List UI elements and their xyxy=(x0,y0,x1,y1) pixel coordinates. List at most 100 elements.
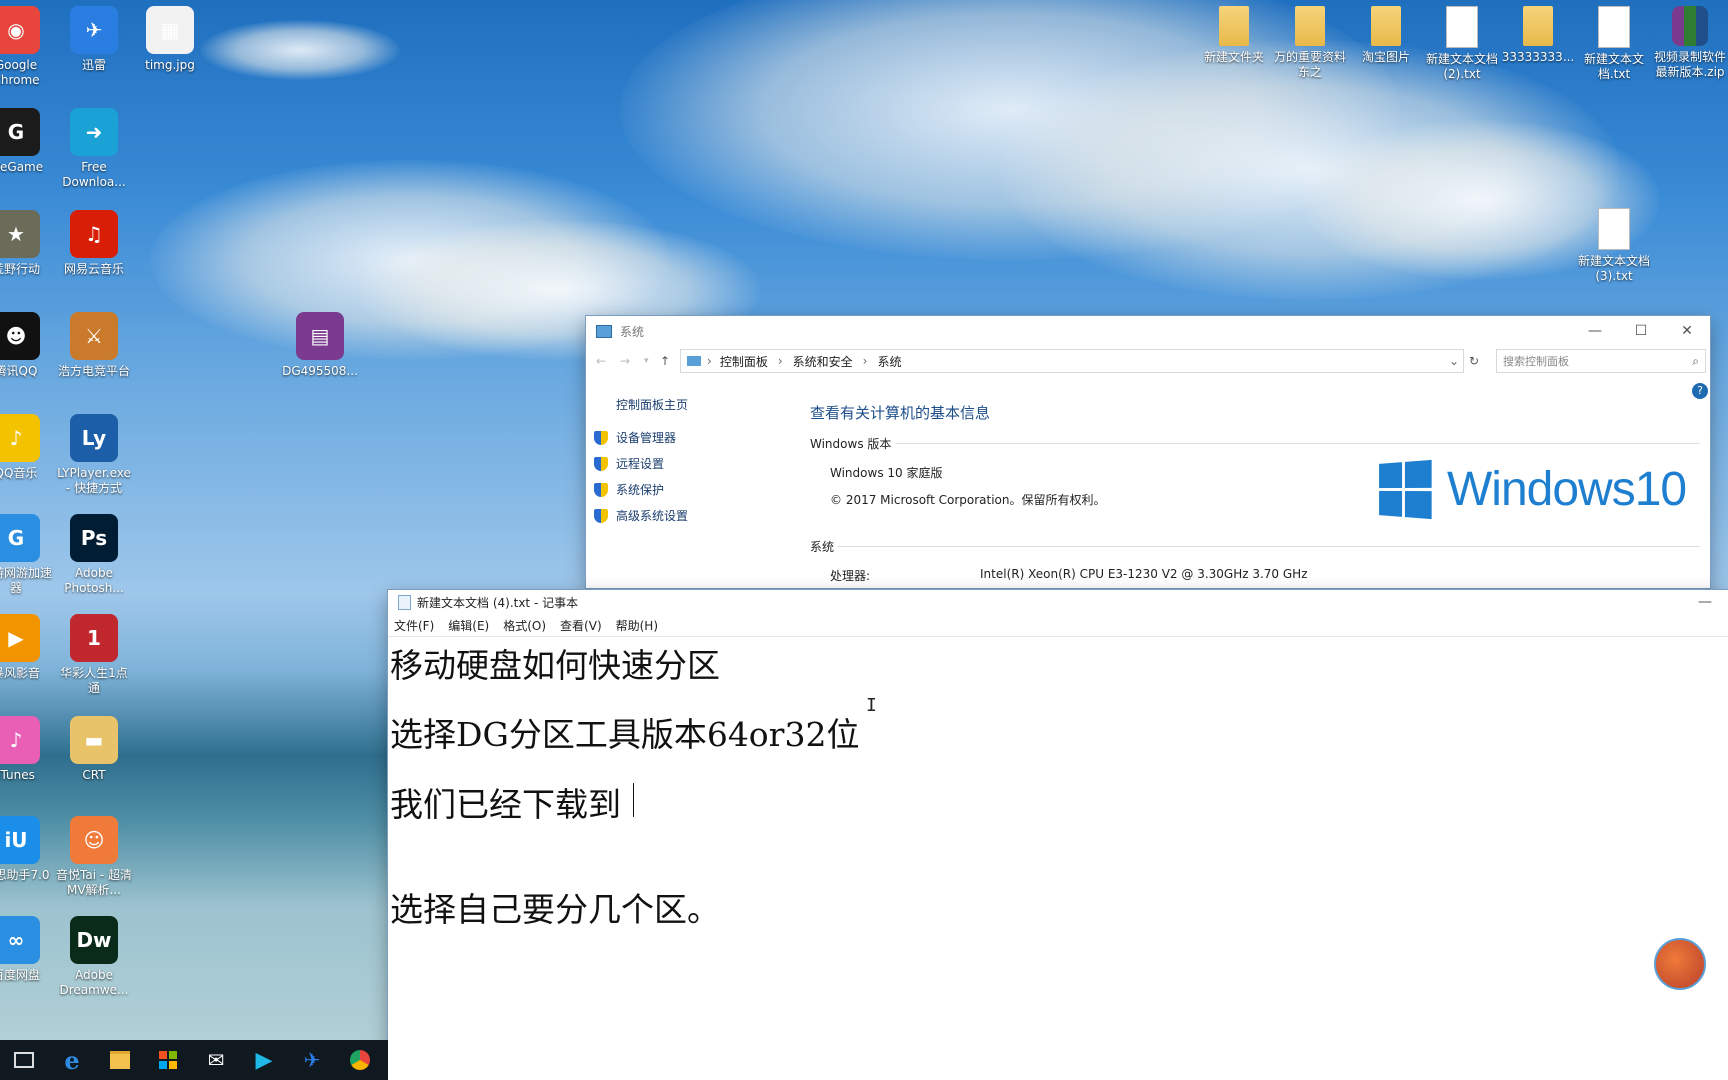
xunlei-icon[interactable]: ✈ xyxy=(288,1040,336,1080)
breadcrumb-system-security[interactable]: 系统和安全 xyxy=(793,353,853,370)
desktop-icon[interactable]: 新建文本文档 (2).txt xyxy=(1424,6,1500,82)
baofeng-icon: ▶ xyxy=(0,614,40,662)
desktop-icon-label: Google Chrome xyxy=(0,58,40,87)
wegame-icon: G xyxy=(0,108,40,156)
desktop-icon[interactable]: iU 爱思助手7.0 xyxy=(0,816,54,883)
chrome-icon[interactable] xyxy=(336,1040,384,1080)
aisi-icon: iU xyxy=(0,816,40,864)
desktop-icon[interactable]: ▦ timg.jpg xyxy=(132,6,208,73)
taskbar: e ✉ ▶ ✈ xyxy=(0,1040,388,1080)
winrar-archive-icon: ▤ xyxy=(296,312,344,360)
file-explorer-icon[interactable] xyxy=(96,1040,144,1080)
desktop-icon-label: 万的重要资料 东之 xyxy=(1273,50,1346,79)
up-arrow-icon[interactable]: ↑ xyxy=(660,354,680,368)
breadcrumb-control-panel[interactable]: 控制面板 xyxy=(720,353,768,370)
desktop-icon[interactable]: Dw Adobe Dreamwe... xyxy=(56,916,132,998)
desktop-icon[interactable]: ▤ DG495508... xyxy=(282,312,358,379)
desktop-icon[interactable]: ☺ 音悦Tai - 超清MV解析... xyxy=(56,816,132,898)
media-player-icon[interactable]: ▶ xyxy=(240,1040,288,1080)
desktop-icon[interactable]: ▶ 暴风影音 xyxy=(0,614,54,681)
desktop-icon[interactable]: ♪ iTunes xyxy=(0,716,54,783)
breadcrumb-system[interactable]: 系统 xyxy=(877,353,901,370)
desktop-icon[interactable]: 33333333... xyxy=(1500,6,1576,65)
windows10-logo: Windows10 xyxy=(1376,459,1687,520)
forward-arrow-icon[interactable]: → xyxy=(620,354,644,368)
desktop-icon[interactable]: 万的重要资料 东之 xyxy=(1272,6,1348,80)
menu-file[interactable]: 文件(F) xyxy=(394,617,434,634)
desktop-icon[interactable]: ⚔ 浩方电竞平台 xyxy=(56,312,132,379)
netease-music-icon: ♫ xyxy=(70,210,118,258)
chevron-down-icon[interactable]: ▾ xyxy=(644,356,660,366)
sidebar-item-remote-settings[interactable]: 远程设置 xyxy=(594,455,794,472)
desktop-icon[interactable]: ★ 荒野行动 xyxy=(0,210,54,277)
desktop-icon-label: 浩方电竞平台 xyxy=(57,364,130,378)
text-line: 选择DG分区工具版本64or32位 xyxy=(390,715,860,754)
desktop-icon-label: WeGame xyxy=(0,160,44,174)
notepad-minimize-button[interactable]: — xyxy=(1682,590,1728,614)
desktop-icon-label: 新建文本文档 (2).txt xyxy=(1425,52,1498,81)
folder-icon xyxy=(1523,6,1553,46)
menu-view[interactable]: 查看(V) xyxy=(560,617,602,634)
text-file-icon xyxy=(1446,6,1478,48)
desktop-icon[interactable]: 新建文件夹 xyxy=(1196,6,1272,65)
system-titlebar: 系统 — ☐ ✕ xyxy=(586,316,1710,346)
yinyuetai-icon: ☺ xyxy=(70,816,118,864)
refresh-icon[interactable]: ↻ xyxy=(1464,354,1484,368)
desktop-icon[interactable]: G 迅游网游加速器 xyxy=(0,514,54,596)
search-icon[interactable]: ⌕ xyxy=(1692,354,1699,369)
desktop-icon[interactable]: Ps Adobe Photosh... xyxy=(56,514,132,596)
search-input[interactable]: 搜索控制面板 xyxy=(1503,353,1692,369)
address-dropdown-icon[interactable]: ⌄ xyxy=(1449,354,1459,368)
desktop-icon-label: 淘宝图片 xyxy=(1361,50,1410,64)
desktop-icon[interactable]: ☻ 腾讯QQ xyxy=(0,312,54,379)
notepad-text-area[interactable]: 移动硬盘如何快速分区 选择DG分区工具版本64or32位 我们已经下载到 选择自… xyxy=(388,636,1728,1080)
desktop-icon[interactable]: ◉ Google Chrome xyxy=(0,6,54,88)
lyplayer-icon: Ly xyxy=(70,414,118,462)
system-sidebar: 控制面板主页 设备管理器 远程设置 系统保护 高级系统设置 xyxy=(594,396,794,524)
help-icon[interactable]: ? xyxy=(1692,383,1708,399)
search-box[interactable]: 搜索控制面板 ⌕ xyxy=(1496,349,1706,373)
folder-icon: ▬ xyxy=(70,716,118,764)
desktop-icon-label: Adobe Photosh... xyxy=(64,566,124,595)
menu-edit[interactable]: 编辑(E) xyxy=(448,617,489,634)
close-button[interactable]: ✕ xyxy=(1664,316,1710,346)
task-view-icon[interactable] xyxy=(0,1040,48,1080)
desktop-icon-label: Free Downloa... xyxy=(62,160,126,189)
back-arrow-icon[interactable]: ← xyxy=(596,354,620,368)
desktop-icon-label: 暴风影音 xyxy=(0,666,40,680)
desktop-icon[interactable]: 视频录制软件 最新版本.zip xyxy=(1652,6,1728,80)
edge-icon[interactable]: e xyxy=(48,1040,96,1080)
minimize-button[interactable]: — xyxy=(1572,316,1618,346)
desktop-icon[interactable]: 淘宝图片 xyxy=(1348,6,1424,65)
sidebar-item-advanced-settings[interactable]: 高级系统设置 xyxy=(594,507,794,524)
mail-icon[interactable]: ✉ xyxy=(192,1040,240,1080)
maximize-button[interactable]: ☐ xyxy=(1618,316,1664,346)
xunlei-icon: ✈ xyxy=(70,6,118,54)
store-icon[interactable] xyxy=(144,1040,192,1080)
sidebar-item-device-manager[interactable]: 设备管理器 xyxy=(594,429,794,446)
sidebar-home-link[interactable]: 控制面板主页 xyxy=(594,396,794,413)
avatar[interactable] xyxy=(1654,938,1706,990)
desktop-icon-label: DG495508... xyxy=(282,364,358,378)
desktop-icon[interactable]: 1 华彩人生1点通 xyxy=(56,614,132,696)
desktop-icon[interactable]: Ly LYPlayer.exe - 快捷方式 xyxy=(56,414,132,496)
desktop-icon[interactable]: 新建文本文 档.txt xyxy=(1576,6,1652,82)
desktop-icon-label: 迅雷 xyxy=(81,58,106,72)
desktop-icon[interactable]: ♪ QQ音乐 xyxy=(0,414,54,481)
zip-file-icon xyxy=(1672,6,1708,46)
text-line: 移动硬盘如何快速分区 xyxy=(390,646,720,685)
sidebar-item-system-protection[interactable]: 系统保护 xyxy=(594,481,794,498)
desktop-icon[interactable]: ∞ 百度网盘 xyxy=(0,916,54,983)
desktop-icon[interactable]: ✈ 迅雷 xyxy=(56,6,132,73)
desktop-icon[interactable]: ▬ CRT xyxy=(56,716,132,783)
desktop-icon[interactable]: 新建文本文档 (3).txt xyxy=(1576,208,1652,284)
desktop-icon[interactable]: G WeGame xyxy=(0,108,54,175)
image-file-icon: ▦ xyxy=(146,6,194,54)
desktop-icon[interactable]: ♫ 网易云音乐 xyxy=(56,210,132,277)
page-title: 查看有关计算机的基本信息 xyxy=(810,404,991,422)
menu-help[interactable]: 帮助(H) xyxy=(616,617,658,634)
address-bar[interactable]: › 控制面板 › 系统和安全 › 系统 ⌄ xyxy=(680,349,1464,373)
computer-icon xyxy=(596,324,612,338)
desktop-icon[interactable]: ➜ Free Downloa... xyxy=(56,108,132,190)
menu-format[interactable]: 格式(O) xyxy=(503,617,546,634)
